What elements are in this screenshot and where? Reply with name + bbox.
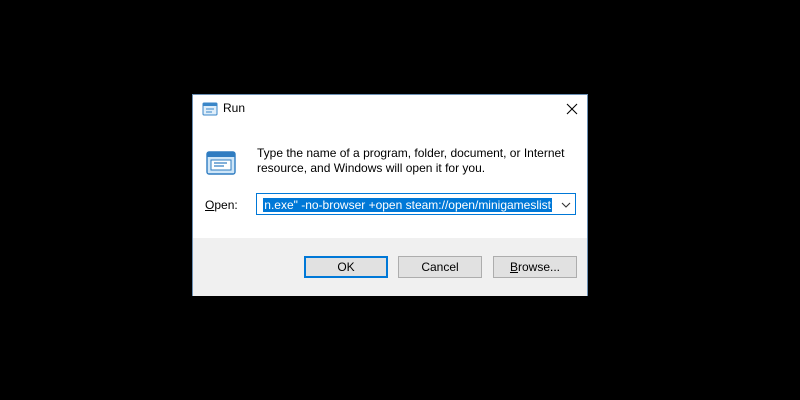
dialog-title: Run: [223, 101, 246, 115]
run-dialog: Run Type the name of a program, folder,: [192, 94, 588, 296]
browse-button-label: Browse...: [510, 260, 560, 274]
open-label-mnemonic: O: [205, 198, 215, 212]
open-combobox[interactable]: n.exe" -no-browser +open steam://open/mi…: [256, 193, 576, 215]
cancel-button[interactable]: Cancel: [398, 256, 482, 278]
dropdown-button[interactable]: [557, 194, 575, 214]
open-label: Open:: [205, 198, 238, 212]
title-bar[interactable]: Run: [193, 95, 587, 123]
description-text: Type the name of a program, folder, docu…: [257, 146, 565, 175]
desktop-background: Run Type the name of a program, folder,: [0, 0, 800, 400]
browse-button[interactable]: Browse...: [493, 256, 577, 278]
open-input-value: n.exe" -no-browser +open steam://open/mi…: [263, 198, 552, 212]
ok-button-label: OK: [337, 260, 355, 274]
button-bar: OK Cancel Browse...: [193, 238, 587, 296]
browse-mnemonic: B: [509, 260, 518, 274]
browse-label-rest: rowse...: [518, 260, 561, 274]
close-button[interactable]: [557, 95, 587, 123]
ok-button[interactable]: OK: [304, 256, 388, 278]
chevron-down-icon: [561, 195, 571, 213]
cancel-button-label: Cancel: [421, 260, 459, 274]
run-app-icon: [202, 102, 218, 116]
run-program-icon: [205, 149, 237, 177]
open-input[interactable]: n.exe" -no-browser +open steam://open/mi…: [260, 196, 552, 212]
close-icon: [566, 103, 578, 115]
open-label-rest: pen:: [214, 198, 238, 212]
